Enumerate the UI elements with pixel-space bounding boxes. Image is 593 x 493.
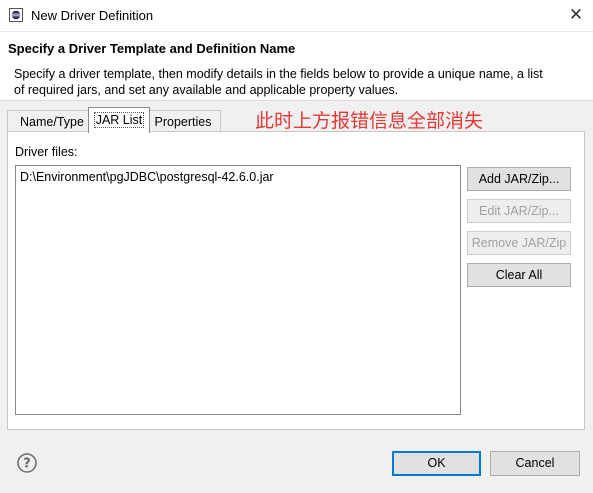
eclipse-app-icon — [9, 8, 23, 22]
tab-properties[interactable]: Properties — [145, 110, 221, 132]
help-icon[interactable]: ? — [17, 453, 37, 473]
window-title: New Driver Definition — [31, 8, 154, 23]
edit-jar-button[interactable]: Edit JAR/Zip... — [467, 199, 571, 223]
driver-files-list[interactable]: D:\Environment\pgJDBC\postgresql-42.6.0.… — [15, 165, 461, 415]
tab-jar-list-label: JAR List — [93, 112, 145, 128]
list-item[interactable]: D:\Environment\pgJDBC\postgresql-42.6.0.… — [20, 170, 274, 184]
page-title: Specify a Driver Template and Definition… — [8, 41, 296, 56]
driver-files-label: Driver files: — [15, 145, 78, 159]
clear-all-button[interactable]: Clear All — [467, 263, 571, 287]
tab-name-type[interactable]: Name/Type — [7, 110, 97, 132]
add-jar-button[interactable]: Add JAR/Zip... — [467, 167, 571, 191]
ok-button[interactable]: OK — [392, 451, 481, 476]
annotation-text: 此时上方报错信息全部消失 — [255, 110, 484, 132]
page-description: Specify a driver template, then modify d… — [14, 67, 543, 97]
wizard-header: Specify a Driver Template and Definition… — [0, 32, 593, 101]
cancel-button[interactable]: Cancel — [490, 451, 580, 476]
remove-jar-button[interactable]: Remove JAR/Zip — [467, 231, 571, 255]
close-icon[interactable]: ✕ — [564, 4, 588, 26]
title-bar: New Driver Definition ✕ — [0, 0, 593, 32]
svg-text:?: ? — [23, 457, 31, 472]
tab-jar-list[interactable]: JAR List — [88, 107, 150, 133]
